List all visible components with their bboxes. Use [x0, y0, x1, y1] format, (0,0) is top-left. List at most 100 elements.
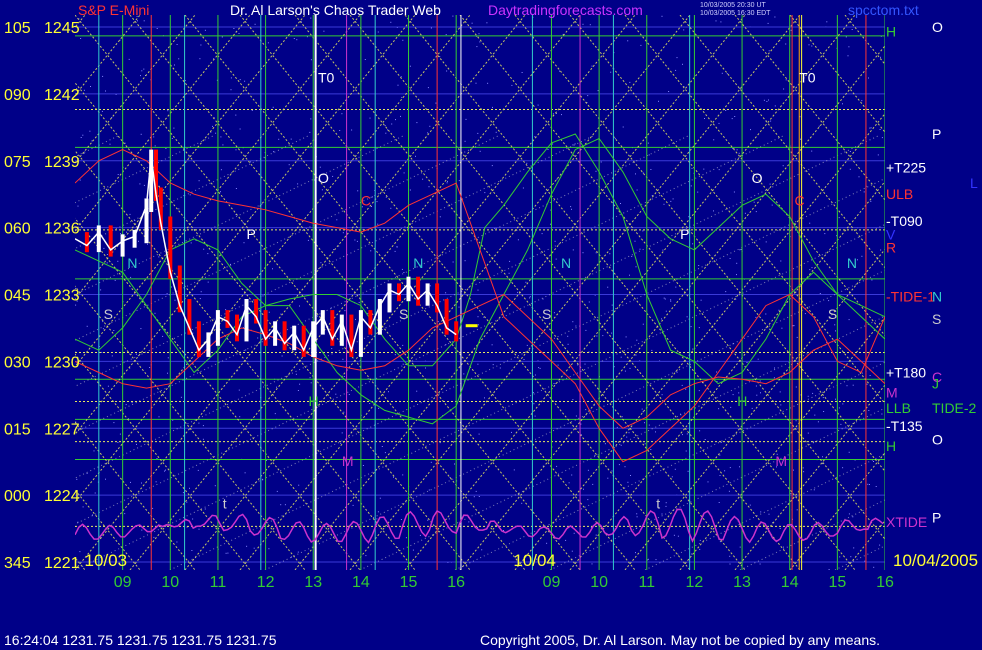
star-dot: [699, 539, 701, 541]
star-dot: [778, 309, 780, 311]
star-dot: [262, 295, 264, 297]
star-dot: [697, 191, 699, 193]
star-dot: [624, 466, 626, 468]
star-dot: [700, 299, 702, 301]
x-hour-label: 16: [876, 574, 894, 591]
star-dot: [120, 233, 121, 235]
star-dot: [109, 143, 111, 145]
star-dot: [628, 432, 630, 434]
star-dot: [172, 419, 174, 421]
star-dot: [768, 99, 769, 101]
star-dot: [759, 563, 761, 565]
star-dot: [842, 103, 843, 105]
star-dot: [698, 265, 700, 266]
star-dot: [713, 139, 715, 141]
star-dot: [393, 476, 394, 478]
star-dot: [244, 472, 246, 474]
star-dot: [154, 312, 156, 314]
star-dot: [101, 351, 103, 353]
star-dot: [692, 348, 694, 350]
star-dot: [364, 59, 366, 60]
star-dot: [449, 477, 451, 478]
star-dot: [840, 423, 842, 425]
star-dot: [636, 513, 638, 515]
star-dot: [463, 373, 465, 375]
star-dot: [428, 186, 430, 188]
star-dot: [835, 330, 836, 332]
star-dot: [779, 528, 781, 529]
star-dot: [552, 113, 554, 115]
star-dot: [80, 38, 82, 39]
y-angle-label: 030: [4, 354, 31, 371]
star-dot: [381, 446, 383, 447]
star-dot: [495, 131, 497, 133]
star-dot: [521, 72, 523, 73]
star-dot: [475, 82, 477, 84]
star-dot: [768, 513, 770, 515]
star-dot: [339, 130, 341, 131]
star-dot: [235, 149, 237, 151]
star-dot: [491, 165, 493, 167]
star-dot: [176, 541, 178, 543]
star-dot: [511, 84, 513, 86]
star-dot: [585, 409, 587, 411]
star-dot: [165, 148, 167, 149]
star-dot: [869, 375, 871, 376]
right-label: S: [932, 311, 941, 327]
star-dot: [299, 383, 301, 385]
star-dot: [435, 102, 437, 104]
star-dot: [529, 296, 531, 298]
star-dot: [589, 24, 591, 26]
star-dot: [790, 493, 792, 495]
star-dot: [268, 548, 270, 550]
star-dot: [556, 178, 558, 180]
star-dot: [729, 563, 731, 565]
star-dot: [190, 242, 192, 244]
y-angle-label: 045: [4, 288, 31, 305]
star-dot: [725, 291, 727, 293]
star-dot: [572, 144, 574, 146]
star-dot: [299, 305, 300, 307]
star-dot: [384, 125, 386, 127]
star-dot: [732, 394, 734, 396]
star-dot: [199, 58, 201, 60]
star-dot: [651, 195, 653, 196]
star-dot: [244, 80, 246, 82]
chart-annotation: t: [223, 496, 227, 512]
star-dot: [870, 200, 872, 202]
star-dot: [739, 546, 741, 548]
star-dot: [686, 433, 688, 435]
star-dot: [819, 293, 821, 294]
star-dot: [357, 190, 359, 192]
star-dot: [332, 175, 334, 177]
star-dot: [491, 344, 493, 346]
star-dot: [611, 332, 613, 334]
star-dot: [143, 20, 145, 22]
star-dot: [571, 474, 573, 476]
star-dot: [655, 559, 657, 561]
chart-annotation: C: [361, 192, 371, 208]
star-dot: [297, 183, 299, 185]
star-dot: [879, 129, 881, 130]
site-link[interactable]: Daytradingforecasts.com: [488, 2, 643, 18]
star-dot: [192, 518, 194, 520]
star-dot: [629, 367, 631, 369]
star-dot: [220, 191, 221, 193]
star-dot: [447, 180, 448, 182]
star-dot: [476, 46, 478, 48]
star-dot: [674, 468, 676, 470]
star-dot: [186, 501, 188, 503]
chart-annotation: S: [104, 306, 113, 322]
star-dot: [800, 138, 801, 140]
star-dot: [377, 31, 379, 33]
star-dot: [238, 33, 240, 34]
star-dot: [274, 413, 276, 415]
star-dot: [117, 260, 119, 262]
star-dot: [280, 504, 282, 506]
data-file: spcctom.txt: [848, 2, 919, 18]
star-dot: [235, 188, 237, 189]
star-dot: [422, 178, 424, 180]
star-dot: [445, 292, 447, 294]
star-dot: [661, 513, 663, 515]
star-dot: [624, 370, 626, 372]
